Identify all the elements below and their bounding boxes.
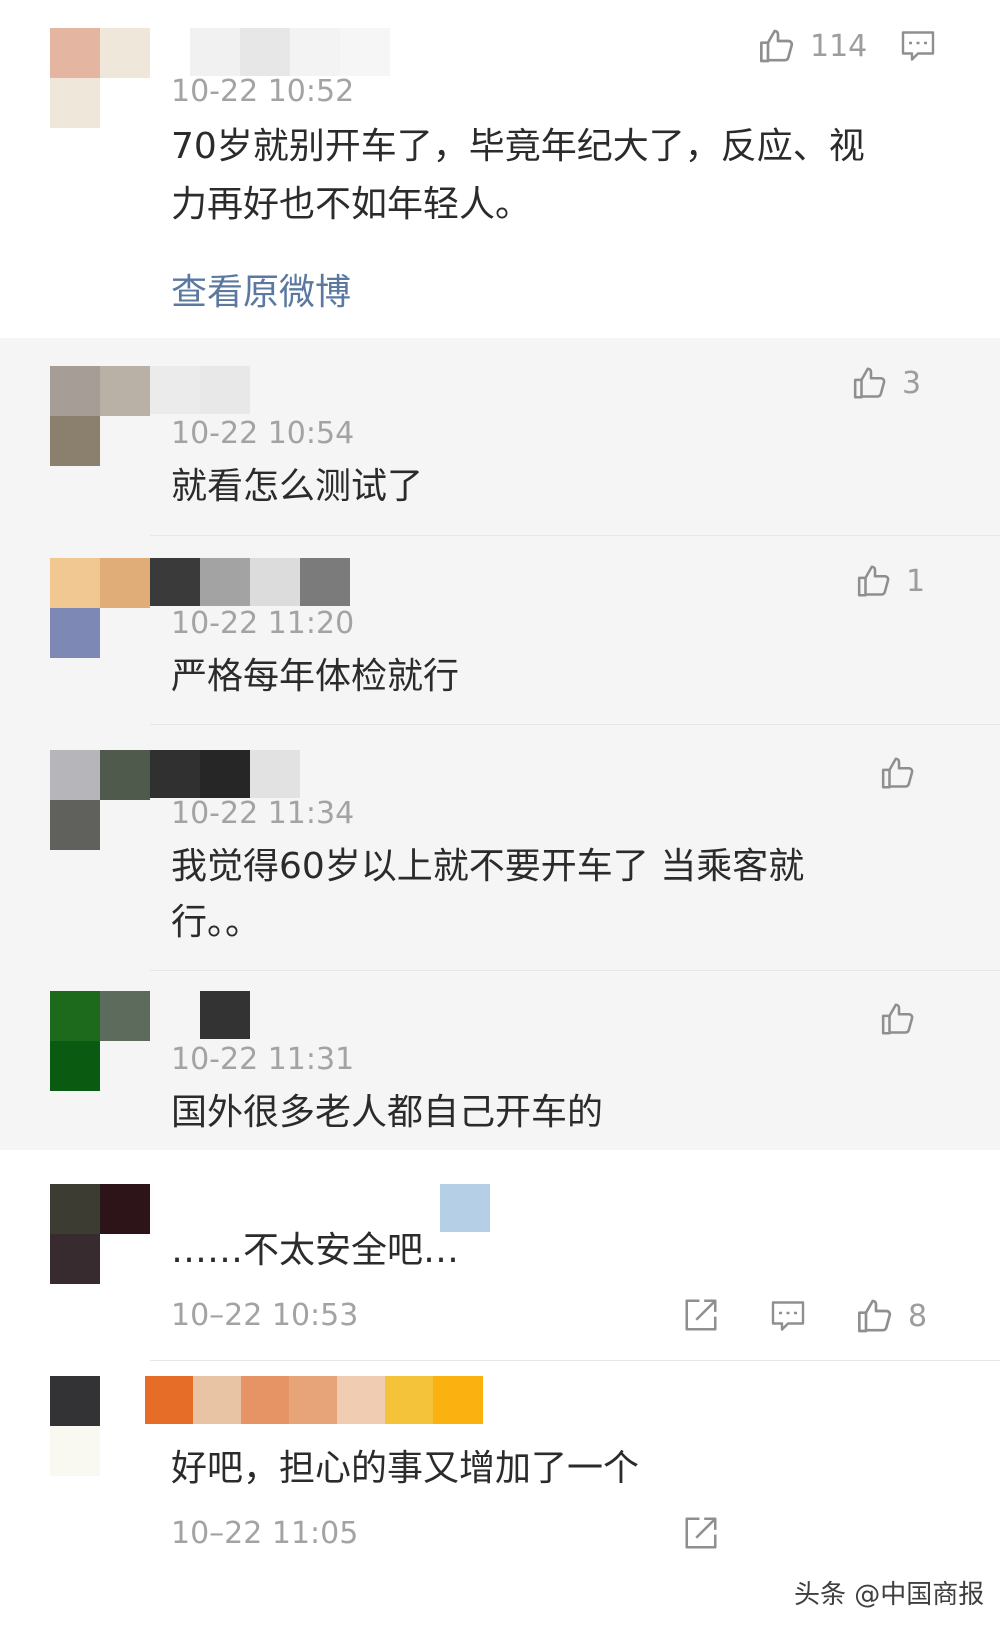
comment-text: ……不太安全吧… xyxy=(171,1230,460,1271)
reply-button[interactable] xyxy=(900,28,936,68)
comment-text: 好吧，担心的事又增加了一个 xyxy=(171,1448,640,1489)
like-count: 8 xyxy=(908,1298,928,1334)
comment-time: 10-22 10:54 xyxy=(171,416,355,451)
username-blurred[interactable] xyxy=(190,28,390,76)
username-blurred[interactable] xyxy=(150,558,350,606)
like-count: 1 xyxy=(906,563,926,599)
like-button[interactable] xyxy=(880,754,918,792)
like-count: 114 xyxy=(810,28,868,64)
username-blurred[interactable] xyxy=(150,366,250,414)
divider xyxy=(150,724,1000,725)
comment-time: 10-22 11:31 xyxy=(171,1042,355,1077)
share-icon xyxy=(685,1517,717,1549)
like-button[interactable]: 1 xyxy=(856,562,925,600)
avatar[interactable] xyxy=(50,750,150,850)
thumbs-up-icon xyxy=(881,1003,914,1035)
avatar[interactable] xyxy=(50,28,150,128)
comment-time: 10-22 11:20 xyxy=(171,606,355,641)
divider xyxy=(150,535,1000,536)
thumbs-up-icon xyxy=(858,1299,892,1333)
share-button[interactable] xyxy=(682,1514,720,1556)
comment-time: 10–22 10:53 xyxy=(171,1298,359,1333)
thumbs-up-icon xyxy=(853,367,886,399)
divider xyxy=(150,1360,1000,1361)
divider xyxy=(150,970,1000,971)
comment-time: 10-22 10:52 xyxy=(171,74,355,109)
username-blurred[interactable] xyxy=(145,1376,485,1424)
comment-time: 10–22 11:05 xyxy=(171,1516,359,1551)
comment-text-line: 70岁就别开车了，毕竟年纪大了，反应、视 xyxy=(171,126,865,167)
comment-time: 10-22 11:34 xyxy=(171,796,355,831)
like-count: 3 xyxy=(902,365,922,401)
comment-text-line: 行。。 xyxy=(171,902,262,943)
avatar[interactable] xyxy=(50,991,150,1091)
replies-panel xyxy=(0,338,1000,1150)
like-button[interactable]: 8 xyxy=(856,1296,927,1336)
comment-text: 就看怎么测试了 xyxy=(171,466,424,507)
share-icon xyxy=(685,1299,717,1331)
thumbs-up-icon xyxy=(760,29,794,63)
comment-icon xyxy=(771,1301,805,1331)
avatar[interactable] xyxy=(50,366,150,466)
avatar[interactable] xyxy=(50,558,150,658)
avatar[interactable] xyxy=(50,1184,150,1284)
comment-text-line: 力再好也不如年轻人。 xyxy=(171,184,532,225)
watermark: 头条 @中国商报 xyxy=(794,1580,985,1610)
view-original-link[interactable]: 查看原微博 xyxy=(171,263,351,315)
like-button[interactable] xyxy=(880,1000,918,1038)
share-button[interactable] xyxy=(682,1296,720,1338)
like-button[interactable]: 114 xyxy=(758,26,867,66)
comment-text-line: 我觉得60岁以上就不要开车了 当乘客就 xyxy=(171,846,805,887)
reply-button[interactable] xyxy=(770,1298,806,1338)
comment-icon xyxy=(901,31,935,61)
thumbs-up-icon xyxy=(857,565,890,597)
username-blurred[interactable] xyxy=(150,750,300,798)
avatar[interactable] xyxy=(50,1376,150,1476)
thumbs-up-icon xyxy=(881,757,914,789)
like-button[interactable]: 3 xyxy=(852,364,921,402)
comment-text: 严格每年体检就行 xyxy=(171,656,460,697)
comment-text: 国外很多老人都自己开车的 xyxy=(171,1092,604,1133)
username-blurred[interactable] xyxy=(200,991,250,1039)
